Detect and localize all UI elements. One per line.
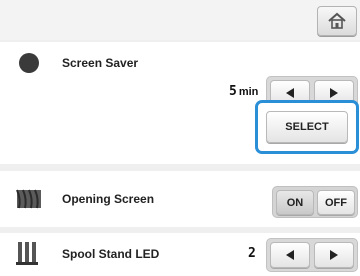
select-button[interactable]: SELECT [266, 111, 348, 143]
screen-saver-unit: min [238, 86, 259, 98]
opening-screen-on-button[interactable]: ON [276, 190, 314, 215]
opening-screen-toggle: ON OFF [272, 186, 358, 218]
screen-saver-icon [19, 53, 39, 73]
opening-screen-off-button[interactable]: OFF [317, 190, 355, 215]
spool-stand-led-value: 2 [248, 246, 256, 261]
left-arrow-icon [286, 88, 294, 98]
spool-stand-led-stepper [266, 238, 358, 272]
screen-saver-minutes: 5 [229, 84, 237, 99]
top-bar [0, 0, 360, 40]
screen-saver-row: Screen Saver 5 min SELECT [0, 42, 360, 164]
spool-stand-led-label: Spool Stand LED [62, 247, 160, 261]
opening-screen-icon [16, 189, 41, 209]
opening-screen-label: Opening Screen [62, 192, 155, 206]
home-icon [328, 12, 346, 29]
screen-saver-label: Screen Saver [62, 56, 139, 70]
spool-stand-led-row: Spool Stand LED 2 [0, 233, 360, 276]
spool-stand-led-increase-button[interactable] [314, 242, 354, 268]
right-arrow-icon [330, 250, 338, 260]
spool-stand-icon [16, 242, 38, 265]
select-button-highlight: SELECT [255, 100, 359, 154]
right-arrow-icon [330, 88, 338, 98]
settings-screen: Screen Saver 5 min SELECT Opening Screen… [0, 0, 360, 276]
spool-stand-led-decrease-button[interactable] [270, 242, 310, 268]
left-arrow-icon [286, 250, 294, 260]
home-button[interactable] [317, 6, 357, 36]
opening-screen-row: Opening Screen ON OFF [0, 171, 360, 227]
screen-saver-value: 5 min [229, 84, 258, 99]
